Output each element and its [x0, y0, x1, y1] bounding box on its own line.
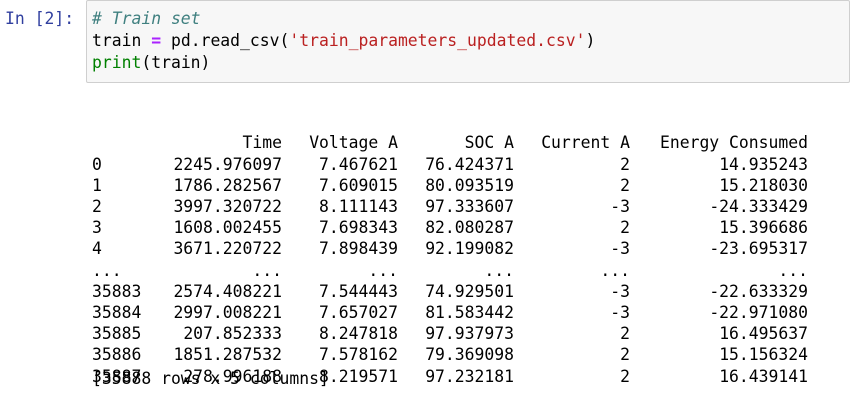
cell-current: -3	[610, 197, 630, 217]
table-row: 35885 207.852333 8.247818 97.937973 2 16…	[92, 323, 808, 344]
cell-voltage: 7.544443	[319, 281, 398, 301]
cell-voltage: ...	[368, 260, 398, 280]
dataframe-summary: [35888 rows x 5 columns]	[92, 369, 329, 388]
cell-current: -3	[610, 239, 630, 259]
table-row: 35884 2997.008221 7.657027 81.583442 -3 …	[92, 302, 808, 323]
row-index: 35885	[92, 324, 142, 344]
cell-soc: 97.937973	[425, 324, 514, 344]
cell-current: 2	[620, 175, 630, 195]
code-print-args: (train)	[141, 53, 211, 72]
cell-soc: 74.929501	[425, 281, 514, 301]
cell-energy: 14.935243	[719, 154, 808, 174]
column-header: Energy Consumed	[659, 133, 808, 153]
cell-current: 2	[620, 345, 630, 365]
cell-voltage: 7.898439	[319, 239, 398, 259]
code-cell-input[interactable]: # Train set train = pd.read_csv('train_p…	[86, 0, 850, 83]
table-row-ellipsis: ... ... ... ... ... ...	[92, 260, 808, 281]
code-close-paren: )	[585, 31, 596, 50]
cell-soc: 97.333607	[425, 197, 514, 217]
cell-current: -3	[610, 281, 630, 301]
cell-current: 2	[620, 154, 630, 174]
code-builtin-print: print	[92, 53, 142, 72]
cell-voltage: 8.247818	[319, 324, 398, 344]
table-row: 2 3997.320722 8.111143 97.333607 -3 -24.…	[92, 196, 808, 217]
cell-energy: -23.695317	[709, 239, 808, 259]
code-operator: =	[151, 31, 162, 50]
row-index: 35884	[92, 303, 142, 323]
cell-current: 2	[620, 324, 630, 344]
row-index: 3	[92, 218, 102, 238]
cell-soc: 81.583442	[425, 303, 514, 323]
column-header: Voltage A	[309, 133, 398, 153]
table-row: 1 1786.282567 7.609015 80.093519 2 15.21…	[92, 175, 808, 196]
cell-voltage: 8.111143	[319, 197, 398, 217]
cell-energy: 16.439141	[719, 366, 808, 386]
code-function-call: pd.read_csv(	[170, 31, 290, 50]
cell-time: 2245.976097	[173, 154, 282, 174]
cell-soc: 79.369098	[425, 345, 514, 365]
cell-time: 1786.282567	[173, 175, 282, 195]
cell-soc: 80.093519	[425, 175, 514, 195]
cell-soc: ...	[484, 260, 514, 280]
code-variable: train	[92, 31, 142, 50]
row-index: 35883	[92, 281, 142, 301]
row-index: 35886	[92, 345, 142, 365]
table-row: 3 1608.002455 7.698343 82.080287 2 15.39…	[92, 217, 808, 238]
cell-voltage: 7.578162	[319, 345, 398, 365]
dataframe-table: Time Voltage A SOC A Current A Energy Co…	[92, 132, 808, 386]
cell-soc: 92.199082	[425, 239, 514, 259]
cell-time: 207.852333	[183, 324, 282, 344]
cell-prompt: In [2]:	[5, 9, 75, 28]
cell-time: 2574.408221	[173, 281, 282, 301]
cell-energy: 15.396686	[719, 218, 808, 238]
cell-soc: 82.080287	[425, 218, 514, 238]
cell-voltage: 7.609015	[319, 175, 398, 195]
cell-current: 2	[620, 218, 630, 238]
cell-energy: ...	[778, 260, 808, 280]
cell-energy: 15.218030	[719, 175, 808, 195]
table-row: 35883 2574.408221 7.544443 74.929501 -3 …	[92, 281, 808, 302]
cell-output: Time Voltage A SOC A Current A Energy Co…	[92, 90, 808, 401]
table-row: 4 3671.220722 7.898439 92.199082 -3 -23.…	[92, 238, 808, 259]
row-index: 0	[92, 154, 102, 174]
cell-current: 2	[620, 366, 630, 386]
cell-time: 3671.220722	[173, 239, 282, 259]
cell-current: ...	[600, 260, 630, 280]
cell-energy: 16.495637	[719, 324, 808, 344]
cell-energy: -24.333429	[709, 197, 808, 217]
cell-current: -3	[610, 303, 630, 323]
column-header: Time	[242, 133, 282, 153]
table-header-row: Time Voltage A SOC A Current A Energy Co…	[92, 132, 808, 153]
cell-time: 3997.320722	[173, 197, 282, 217]
cell-voltage: 7.467621	[319, 154, 398, 174]
cell-time: 2997.008221	[173, 303, 282, 323]
cell-energy: -22.971080	[709, 303, 808, 323]
cell-voltage: 7.698343	[319, 218, 398, 238]
cell-time: ...	[252, 260, 282, 280]
row-index: 2	[92, 197, 102, 217]
cell-time: 1851.287532	[173, 345, 282, 365]
cell-voltage: 7.657027	[319, 303, 398, 323]
code-string-literal: 'train_parameters_updated.csv'	[289, 31, 586, 50]
column-header: Current A	[541, 133, 630, 153]
table-row: 35886 1851.287532 7.578162 79.369098 2 1…	[92, 344, 808, 365]
row-index: 4	[92, 239, 102, 259]
cell-soc: 97.232181	[425, 366, 514, 386]
code-editor[interactable]: # Train set train = pd.read_csv('train_p…	[92, 8, 595, 74]
index-header	[92, 132, 162, 153]
cell-energy: -22.633329	[709, 281, 808, 301]
cell-energy: 15.156324	[719, 345, 808, 365]
cell-soc: 76.424371	[425, 154, 514, 174]
code-comment: # Train set	[92, 9, 201, 28]
cell-time: 1608.002455	[173, 218, 282, 238]
column-header: SOC A	[464, 133, 514, 153]
table-row: 0 2245.976097 7.467621 76.424371 2 14.93…	[92, 154, 808, 175]
row-index: ...	[92, 260, 122, 280]
row-index: 1	[92, 175, 102, 195]
